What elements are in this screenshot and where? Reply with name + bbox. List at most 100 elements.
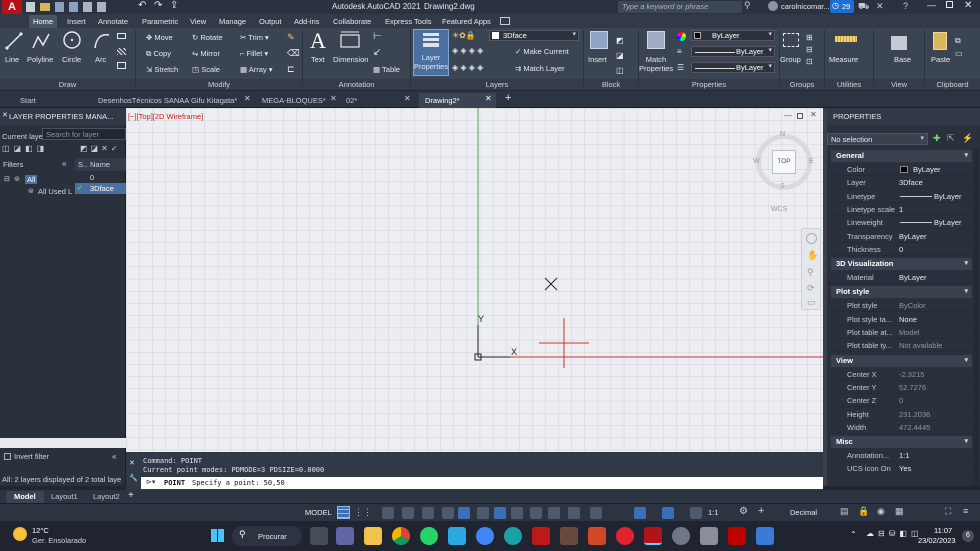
print-icon[interactable]: [97, 2, 106, 12]
dynamic-ucs-icon[interactable]: [548, 507, 560, 519]
autocad-taskbar-icon[interactable]: [644, 527, 662, 545]
notifications-button[interactable]: ◷ 29: [830, 0, 854, 13]
modify-panel-label[interactable]: Modify: [136, 79, 302, 90]
text-icon[interactable]: A: [310, 28, 326, 54]
close-icon[interactable]: ✕: [244, 94, 251, 103]
layout-tab-layout1[interactable]: Layout1: [51, 492, 78, 501]
copy-clip-icon[interactable]: ⧉ ▭: [955, 34, 963, 60]
lock-ui-icon[interactable]: 🔒: [858, 506, 869, 517]
ribbon-toggle-icon[interactable]: [500, 17, 510, 25]
search-box[interactable]: Type a keyword or phrase: [618, 1, 742, 13]
arc-icon[interactable]: [93, 31, 111, 51]
viewcube[interactable]: TOP: [756, 134, 812, 190]
command-input[interactable]: ⊳▾ POINT Specify a point: 50,50: [141, 477, 823, 489]
insert-icon[interactable]: [590, 31, 608, 49]
property-row[interactable]: Center X -2.3215: [827, 368, 972, 381]
layer-state-icons[interactable]: ☀✿🔒: [452, 31, 476, 40]
close-icon[interactable]: ✕: [330, 94, 337, 103]
doc-tab-start[interactable]: Start: [20, 93, 36, 108]
property-row[interactable]: Plot table at... Model: [827, 326, 972, 339]
insert-button[interactable]: Insert: [588, 55, 607, 64]
palette-close-icon[interactable]: ✕: [2, 111, 8, 119]
layout-tab-layout2[interactable]: Layout2: [93, 492, 120, 501]
object-snap-icon[interactable]: [458, 507, 470, 519]
stretch-button[interactable]: ⇲ Stretch: [146, 65, 178, 74]
viewport-restore-icon[interactable]: [797, 113, 803, 119]
trim-button[interactable]: ✂ Trim ▾: [240, 33, 269, 42]
layer-tools-row2[interactable]: ◈ ◈ ◈ ◈: [452, 63, 483, 72]
properties-panel-label[interactable]: Properties: [639, 79, 779, 90]
text-style-icon[interactable]: ↙: [373, 47, 381, 58]
tab-add-ins[interactable]: Add-ins: [294, 15, 319, 28]
property-row[interactable]: UCS icon On Yes: [827, 462, 972, 476]
lineweight-dropdown[interactable]: ByLayer ▾: [691, 46, 775, 57]
photos-icon[interactable]: [448, 527, 466, 545]
property-section-header[interactable]: General ▾: [831, 150, 972, 162]
annotation-scale-value[interactable]: 1:1: [708, 508, 718, 517]
viewcube-south[interactable]: S: [780, 183, 785, 190]
whatsapp-icon[interactable]: [420, 527, 438, 545]
match-layer-button[interactable]: ⇉ Match Layer: [515, 64, 565, 73]
windows-start-icon[interactable]: [211, 529, 224, 542]
scale-button[interactable]: ◳ Scale: [192, 65, 220, 74]
layout-tab-model[interactable]: Model: [6, 491, 44, 503]
pencil-icon[interactable]: ✎: [287, 32, 295, 43]
cart-icon[interactable]: ⛟: [858, 1, 869, 13]
fillet-button[interactable]: ⌐ Fillet ▾: [240, 49, 268, 58]
task-view-icon[interactable]: [310, 527, 328, 545]
tree-expand-icon[interactable]: ⊟: [4, 175, 10, 183]
make-current-button[interactable]: ✓ Make Current: [515, 47, 569, 56]
doc-tab-02[interactable]: 02*: [346, 93, 357, 108]
maximize-icon[interactable]: [946, 1, 953, 8]
tray-icons[interactable]: ☁⊟⛁◧◫: [866, 529, 923, 538]
share-icon[interactable]: ⇪: [170, 0, 178, 11]
chrome-icon[interactable]: [392, 527, 410, 545]
notification-badge[interactable]: 6: [962, 530, 974, 542]
close-icon[interactable]: ✕: [404, 94, 411, 103]
annotation-scale-icon[interactable]: [690, 507, 702, 519]
save-as-icon[interactable]: [69, 2, 78, 12]
grid-toggle-icon[interactable]: [337, 506, 350, 519]
copy-button[interactable]: ⧉ Copy: [146, 49, 171, 59]
measure-icon[interactable]: [835, 36, 857, 42]
autocad-logo-icon[interactable]: A: [2, 0, 22, 14]
pan-icon[interactable]: ✋: [807, 250, 818, 261]
user-icon[interactable]: [768, 1, 778, 11]
table-button[interactable]: ▦ Table: [373, 65, 400, 74]
object-snap-tracking-icon[interactable]: [442, 507, 454, 519]
rotate-button[interactable]: ↻ Rotate: [192, 33, 223, 42]
property-row[interactable]: Plot style ta... None: [827, 313, 972, 326]
property-row[interactable]: Linetype scale 1: [827, 203, 972, 216]
layer-toolbar-icons[interactable]: ◫◪◧◨: [2, 144, 48, 153]
tab-manage[interactable]: Manage: [219, 15, 246, 28]
viewport-controls-label[interactable]: [−][Top][2D Wireframe]: [128, 112, 203, 121]
plot-icon[interactable]: [83, 2, 92, 12]
draw-panel-label[interactable]: Draw: [0, 79, 135, 90]
app-icon[interactable]: [756, 527, 774, 545]
property-row[interactable]: Lineweight ByLayer: [827, 216, 972, 230]
help-icon[interactable]: ?: [903, 1, 908, 11]
transparency-icon[interactable]: [494, 507, 506, 519]
tray-chevron-icon[interactable]: ⌃: [850, 530, 857, 539]
property-section-header[interactable]: 3D Visualization ▾: [831, 258, 972, 271]
teams-icon[interactable]: [336, 527, 354, 545]
match-properties-icon[interactable]: [647, 31, 665, 49]
dimension-icon[interactable]: [339, 31, 361, 51]
new-layout-icon[interactable]: +: [128, 490, 134, 501]
layer-search-input[interactable]: Search for layer: [42, 128, 126, 140]
hatch-icon[interactable]: [117, 48, 126, 55]
measure-button[interactable]: Measure: [829, 55, 858, 64]
open-icon[interactable]: [40, 3, 50, 11]
doc-tab-desenhos[interactable]: DesenhosTécnicos SANAA Gifu Kitagata*: [98, 93, 237, 108]
layer-tools-row1[interactable]: ◈ ◈ ◈ ◈: [452, 46, 483, 55]
tab-output[interactable]: Output: [259, 15, 282, 28]
property-row[interactable]: Annotation... 1:1: [827, 449, 972, 463]
gizmo-icon[interactable]: [590, 507, 602, 519]
viewcube-east[interactable]: E: [809, 158, 814, 165]
zoom-icon[interactable]: ⚲: [807, 267, 814, 278]
selection-filter-icon[interactable]: [568, 507, 580, 519]
opera-icon[interactable]: [616, 527, 634, 545]
polyline-button[interactable]: Polyline: [27, 55, 53, 64]
lineweight-icon[interactable]: ≡: [677, 47, 682, 56]
clean-screen-icon[interactable]: ⛶: [945, 506, 951, 517]
